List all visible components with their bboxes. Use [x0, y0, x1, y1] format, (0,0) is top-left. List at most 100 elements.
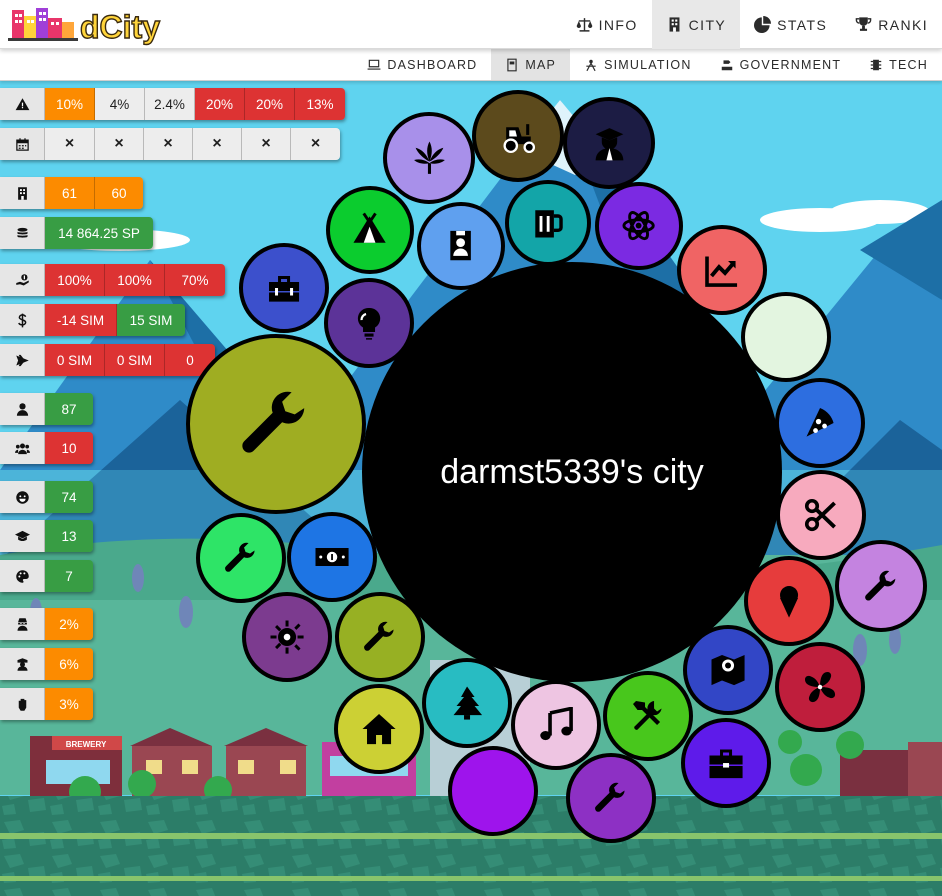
gear-icon: [246, 596, 328, 678]
stat-row-thief[interactable]: 2%: [0, 608, 93, 640]
house-icon: [338, 688, 420, 770]
stat-value[interactable]: 61: [45, 177, 95, 209]
tab-label: INFO: [598, 16, 638, 33]
stat-value[interactable]: ×: [242, 128, 291, 160]
stat-value[interactable]: 100%: [105, 264, 165, 296]
stat-value[interactable]: 2.4%: [145, 88, 195, 120]
chip-icon: [869, 58, 883, 72]
building-bubble-money-bill[interactable]: [287, 512, 377, 602]
stat-row-users[interactable]: 10: [0, 432, 93, 464]
police-icon: [0, 648, 45, 680]
stat-row-graduation-cap[interactable]: 13: [0, 520, 93, 552]
building-bubble-gear[interactable]: [242, 592, 332, 682]
stat-value[interactable]: 0 SIM: [45, 344, 105, 376]
building-bubble-wrench[interactable]: [566, 753, 656, 843]
building-bubble-toolbox[interactable]: [239, 243, 329, 333]
tab-city[interactable]: CITY: [651, 0, 741, 49]
stat-row-police[interactable]: 6%: [0, 648, 93, 680]
stat-value[interactable]: 87: [45, 393, 93, 425]
stat-value[interactable]: 100%: [45, 264, 105, 296]
stat-value[interactable]: 74: [45, 481, 93, 513]
stat-row-plane[interactable]: 0 SIM 0 SIM 0: [0, 344, 215, 376]
atom-icon: [599, 186, 679, 266]
stat-value[interactable]: 4%: [95, 88, 145, 120]
stat-value[interactable]: ×: [291, 128, 340, 160]
building-bubble-atom[interactable]: [595, 182, 683, 270]
stat-row-user[interactable]: 87: [0, 393, 93, 425]
subtab-tech[interactable]: TECH: [855, 49, 942, 80]
building-bubble-tree[interactable]: [422, 658, 512, 748]
subtab-simulation[interactable]: SIMULATION: [570, 49, 705, 80]
building-bubble-pizza[interactable]: [775, 378, 865, 468]
pie-chart-icon: [754, 16, 772, 33]
id-badge-icon: [421, 206, 501, 286]
main-nav: INFO CITY STATS RANKI: [562, 0, 942, 49]
stat-row-dollar[interactable]: -14 SIM 15 SIM: [0, 304, 185, 336]
stat-row-smile[interactable]: 74: [0, 481, 93, 513]
stat-row-building[interactable]: 61 60: [0, 177, 143, 209]
stat-value[interactable]: 7: [45, 560, 93, 592]
tab-stats[interactable]: STATS: [740, 0, 841, 49]
coins-icon: [0, 217, 45, 249]
tab-label: RANKI: [878, 16, 928, 33]
scale-icon: [576, 16, 593, 33]
warning-icon: [0, 88, 45, 120]
stat-value[interactable]: ×: [95, 128, 144, 160]
graduate-icon: [567, 101, 651, 185]
building-bubble-wrench[interactable]: [835, 540, 927, 632]
dcity-logo[interactable]: dCity: [8, 4, 178, 46]
city-center-circle[interactable]: darmst5339's city: [362, 262, 782, 682]
graduation-cap-icon: [0, 520, 45, 552]
stat-value[interactable]: 13%: [295, 88, 345, 120]
building-icon: [666, 16, 683, 33]
stat-row-warning[interactable]: 10% 4% 2.4% 20% 20% 13%: [0, 88, 345, 120]
stat-value[interactable]: -14 SIM: [45, 304, 117, 336]
building-bubble-wrench[interactable]: [196, 513, 286, 603]
stat-value[interactable]: 20%: [245, 88, 295, 120]
subtab-dashboard[interactable]: DASHBOARD: [353, 49, 491, 80]
stat-row-coins[interactable]: 14 864.25 SP: [0, 217, 153, 249]
building-bubble-graduate[interactable]: [563, 97, 655, 189]
stat-value[interactable]: 60: [95, 177, 143, 209]
stat-value[interactable]: ×: [193, 128, 242, 160]
stat-value[interactable]: 20%: [195, 88, 245, 120]
stat-value[interactable]: 10%: [45, 88, 95, 120]
subtab-government[interactable]: GOVERNMENT: [706, 49, 856, 80]
building-bubble-tent[interactable]: [326, 186, 414, 274]
building-bubble-beer-mug[interactable]: [505, 180, 591, 266]
stat-value[interactable]: 14 864.25 SP: [45, 217, 153, 249]
stat-value[interactable]: 13: [45, 520, 93, 552]
sub-navigation-bar: DASHBOARD MAP SIMULATION GOVERNMENT TECH: [0, 49, 942, 81]
stat-value[interactable]: 70%: [165, 264, 225, 296]
building-bubble-fan[interactable]: [775, 642, 865, 732]
map-marker-icon: [687, 629, 769, 711]
stat-row-calendar[interactable]: × × × × × ×: [0, 128, 340, 160]
building-bubble-tools[interactable]: [603, 671, 693, 761]
stat-value[interactable]: 6%: [45, 648, 93, 680]
tools-icon: [607, 675, 689, 757]
calendar-icon: [0, 128, 45, 160]
stat-value[interactable]: 2%: [45, 608, 93, 640]
stat-value[interactable]: 10: [45, 432, 93, 464]
tab-label: STATS: [777, 16, 828, 33]
building-bubble-house[interactable]: [334, 684, 424, 774]
stat-value[interactable]: ×: [45, 128, 95, 160]
tab-ranki[interactable]: RANKI: [841, 0, 942, 49]
building-bubble-briefcase[interactable]: [681, 718, 771, 808]
stat-value[interactable]: 15 SIM: [117, 304, 185, 336]
sub-nav-tabs: DASHBOARD MAP SIMULATION GOVERNMENT TECH: [353, 49, 942, 80]
stat-row-hand-money[interactable]: 100% 100% 70%: [0, 264, 225, 296]
stat-row-fist[interactable]: 3%: [0, 688, 93, 720]
government-icon: [720, 58, 734, 72]
subtab-label: SIMULATION: [604, 57, 692, 72]
stat-value[interactable]: 3%: [45, 688, 93, 720]
building-bubble-tractor[interactable]: [472, 90, 564, 182]
subtab-map[interactable]: MAP: [491, 49, 571, 80]
building-bubble-wrench[interactable]: [186, 334, 366, 514]
building-bubble-blank[interactable]: [448, 746, 538, 836]
tab-info[interactable]: INFO: [562, 0, 652, 49]
stat-value[interactable]: ×: [144, 128, 193, 160]
money-bill-icon: [291, 516, 373, 598]
stat-row-palette[interactable]: 7: [0, 560, 93, 592]
stat-value[interactable]: 0 SIM: [105, 344, 165, 376]
